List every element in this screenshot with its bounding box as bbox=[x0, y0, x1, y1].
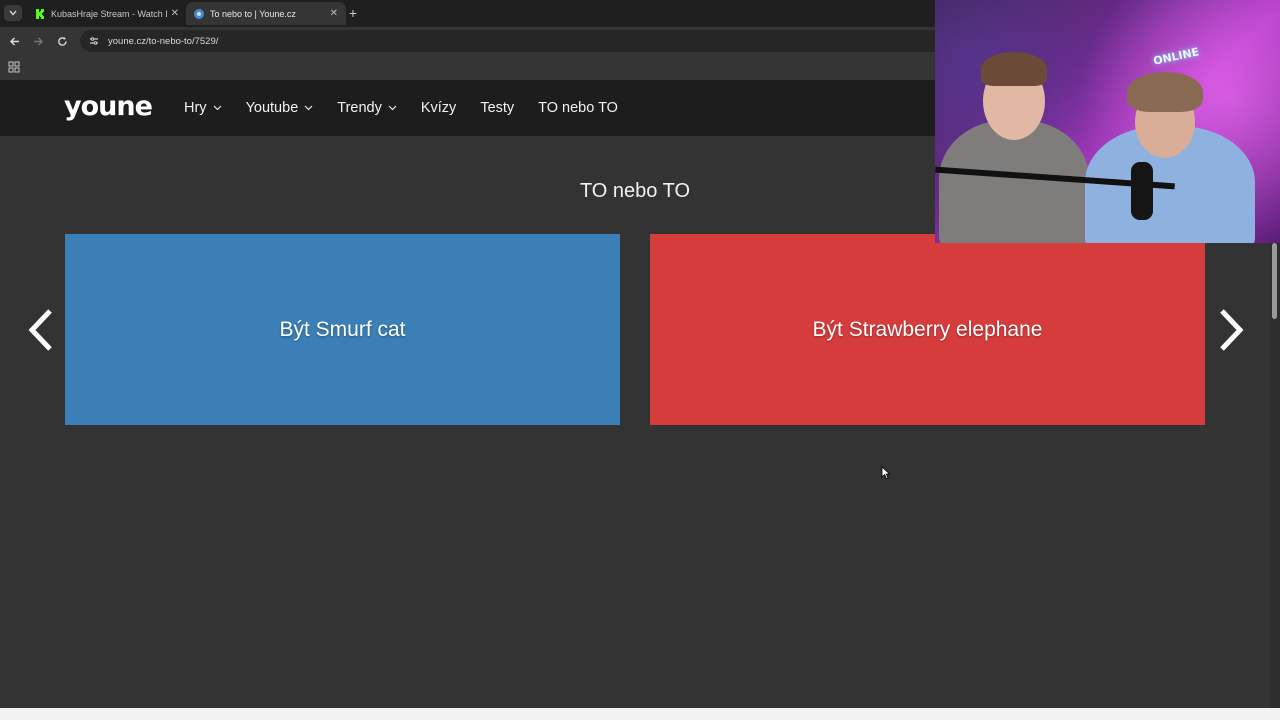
chevron-down-icon bbox=[304, 104, 313, 113]
nav-item-youtube[interactable]: Youtube bbox=[246, 100, 314, 116]
nav-item-label: Youtube bbox=[245, 100, 299, 116]
forward-button[interactable] bbox=[30, 33, 46, 49]
nav-item-label: Hry bbox=[184, 100, 207, 116]
nav-item-label: TO nebo TO bbox=[538, 100, 618, 116]
tab-search-button[interactable] bbox=[4, 5, 22, 21]
nav-item-to-nebo-to[interactable]: TO nebo TO bbox=[538, 100, 618, 116]
nav-item-testy[interactable]: Testy bbox=[480, 100, 514, 116]
microphone-icon bbox=[1131, 162, 1153, 220]
main-nav: Hry Youtube Trendy Kvízy Testy TO nebo T… bbox=[184, 80, 642, 136]
chevron-down-icon bbox=[388, 104, 397, 113]
apps-grid-icon[interactable] bbox=[8, 61, 20, 73]
next-button[interactable] bbox=[1216, 308, 1246, 352]
choice-label: Být Smurf cat bbox=[279, 317, 406, 341]
nav-item-trendy[interactable]: Trendy bbox=[337, 100, 397, 116]
url-text: youne.cz/to-nebo-to/7529/ bbox=[108, 35, 219, 47]
streamer-left-hair bbox=[981, 52, 1047, 86]
previous-button[interactable] bbox=[26, 308, 56, 352]
chevron-right-icon bbox=[1220, 309, 1244, 351]
new-tab-button[interactable]: + bbox=[346, 6, 360, 20]
kick-icon bbox=[35, 8, 45, 19]
reload-button[interactable] bbox=[54, 33, 70, 49]
nav-item-hry[interactable]: Hry bbox=[184, 100, 222, 116]
choice-option-left[interactable]: Být Smurf cat bbox=[65, 234, 620, 425]
choice-label: Být Strawberry elephane bbox=[812, 317, 1043, 341]
chevron-down-icon bbox=[9, 10, 17, 16]
choice-option-right[interactable]: Být Strawberry elephane bbox=[650, 234, 1205, 425]
streamer-right-hair bbox=[1127, 72, 1203, 112]
webcam-overlay: ONLINE bbox=[935, 0, 1280, 243]
chevron-down-icon bbox=[213, 104, 222, 113]
youne-icon bbox=[194, 8, 204, 19]
arrow-left-icon bbox=[9, 37, 19, 45]
arrow-right-icon bbox=[33, 37, 43, 45]
chevron-left-icon bbox=[28, 309, 52, 351]
close-icon[interactable]: ✕ bbox=[171, 8, 179, 19]
nav-item-label: Testy bbox=[480, 100, 515, 116]
reload-icon bbox=[57, 36, 67, 46]
nav-item-label: Trendy bbox=[337, 100, 382, 116]
site-logo[interactable]: youne bbox=[64, 91, 153, 122]
address-bar[interactable]: youne.cz/to-nebo-to/7529/ bbox=[80, 30, 950, 52]
bottom-strip bbox=[0, 708, 1280, 720]
mouse-cursor-icon bbox=[881, 466, 891, 480]
tab-title: To nebo to | Youne.cz bbox=[210, 8, 296, 19]
browser-tab-active[interactable]: To nebo to | Youne.cz ✕ bbox=[186, 2, 346, 25]
close-icon[interactable]: ✕ bbox=[330, 8, 338, 19]
nav-item-label: Kvízy bbox=[420, 100, 457, 116]
site-info-icon[interactable] bbox=[88, 35, 100, 47]
browser-tab[interactable]: KubasHraje Stream - Watch Live ✕ bbox=[27, 2, 187, 25]
scrollbar-thumb[interactable] bbox=[1272, 243, 1277, 319]
tab-title: KubasHraje Stream - Watch Live bbox=[51, 8, 167, 19]
nav-item-kvizy[interactable]: Kvízy bbox=[421, 100, 456, 116]
back-button[interactable] bbox=[6, 33, 22, 49]
